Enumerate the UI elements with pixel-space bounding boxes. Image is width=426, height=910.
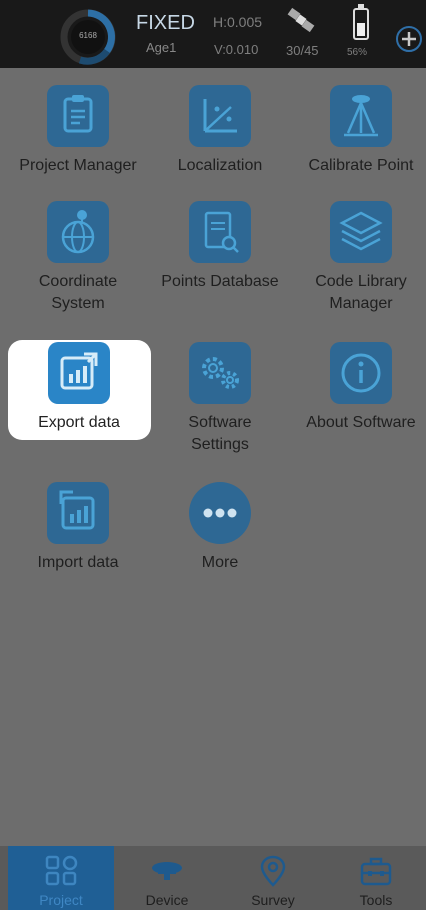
tab-label: Tools [359,892,393,908]
menu-item-label: Localization [177,157,263,174]
satellite-count: 30/45 [286,43,319,58]
tripod-icon [344,95,378,137]
info-icon [341,353,381,393]
tab-label: Project [39,892,83,908]
menu-item-coordinate-system[interactable]: Coordinate System [7,201,149,315]
menu-item-label: About Software [306,414,416,431]
gauge-value: 6168 [79,31,97,40]
menu-item-more[interactable]: More [149,482,291,574]
globe-pin-icon [61,210,95,254]
add-button[interactable] [396,26,422,52]
grid-icon [45,855,78,886]
bottom-nav: Project Device Survey Tools [0,846,426,910]
menu-item-label: Export data [38,414,120,431]
tab-label: Device [145,892,189,908]
battery-percent: 56% [347,47,368,58]
battery-icon [353,8,369,40]
more-dots-icon [203,508,237,518]
gears-icon [202,357,239,389]
layers-icon [339,211,383,251]
menu-item-calibrate-point[interactable]: Calibrate Point [290,85,426,177]
fix-status: FIXED [136,12,195,34]
receiver-icon [152,862,182,880]
menu-item-label: Calibrate Point [308,157,414,174]
document-search-icon [204,211,239,253]
plus-icon [402,32,416,46]
menu-item-project-manager[interactable]: Project Manager [7,85,149,177]
menu-item-import-data[interactable]: Import data [7,482,149,574]
menu-item-label: Points Database [161,273,279,290]
tab-project[interactable]: Project [8,846,114,910]
export-chart-icon [60,352,98,390]
menu-item-localization[interactable]: Localization [149,85,291,177]
menu-item-export-data[interactable]: Export data [8,342,150,434]
menu-item-code-library-manager[interactable]: Code Library Manager [290,201,426,315]
menu-item-about-software[interactable]: About Software [290,342,426,434]
menu-item-label: Project Manager [19,157,137,174]
fix-gauge: 6168 [58,7,118,67]
tab-device[interactable]: Device [114,846,220,910]
tab-survey[interactable]: Survey [220,846,326,910]
battery-cap [358,4,364,8]
menu-item-points-database[interactable]: Points Database [149,201,291,293]
menu-item-software-settings[interactable]: Software Settings [149,342,291,456]
v-precision: V:0.010 [214,42,259,57]
tab-label: Survey [251,892,295,908]
menu-item-label: More [201,554,239,571]
import-chart-icon [59,490,95,530]
clipboard-icon [63,95,93,133]
menu-item-label: Software Settings [188,414,252,453]
toolbox-icon [360,857,392,886]
location-pin-icon [260,855,286,887]
status-bar: 6168 FIXED Age1 H:0.005 V:0.010 30/45 56… [0,0,426,68]
age-label: Age1 [146,40,177,55]
menu-item-label: Import data [37,554,119,571]
menu-item-label: Code Library Manager [315,273,407,312]
tab-tools[interactable]: Tools [326,846,426,910]
h-precision: H:0.005 [213,14,263,30]
menu-grid [0,68,426,846]
menu-item-label: Coordinate System [38,273,118,312]
satellite-icon [287,7,315,33]
axes-icon [203,99,237,133]
